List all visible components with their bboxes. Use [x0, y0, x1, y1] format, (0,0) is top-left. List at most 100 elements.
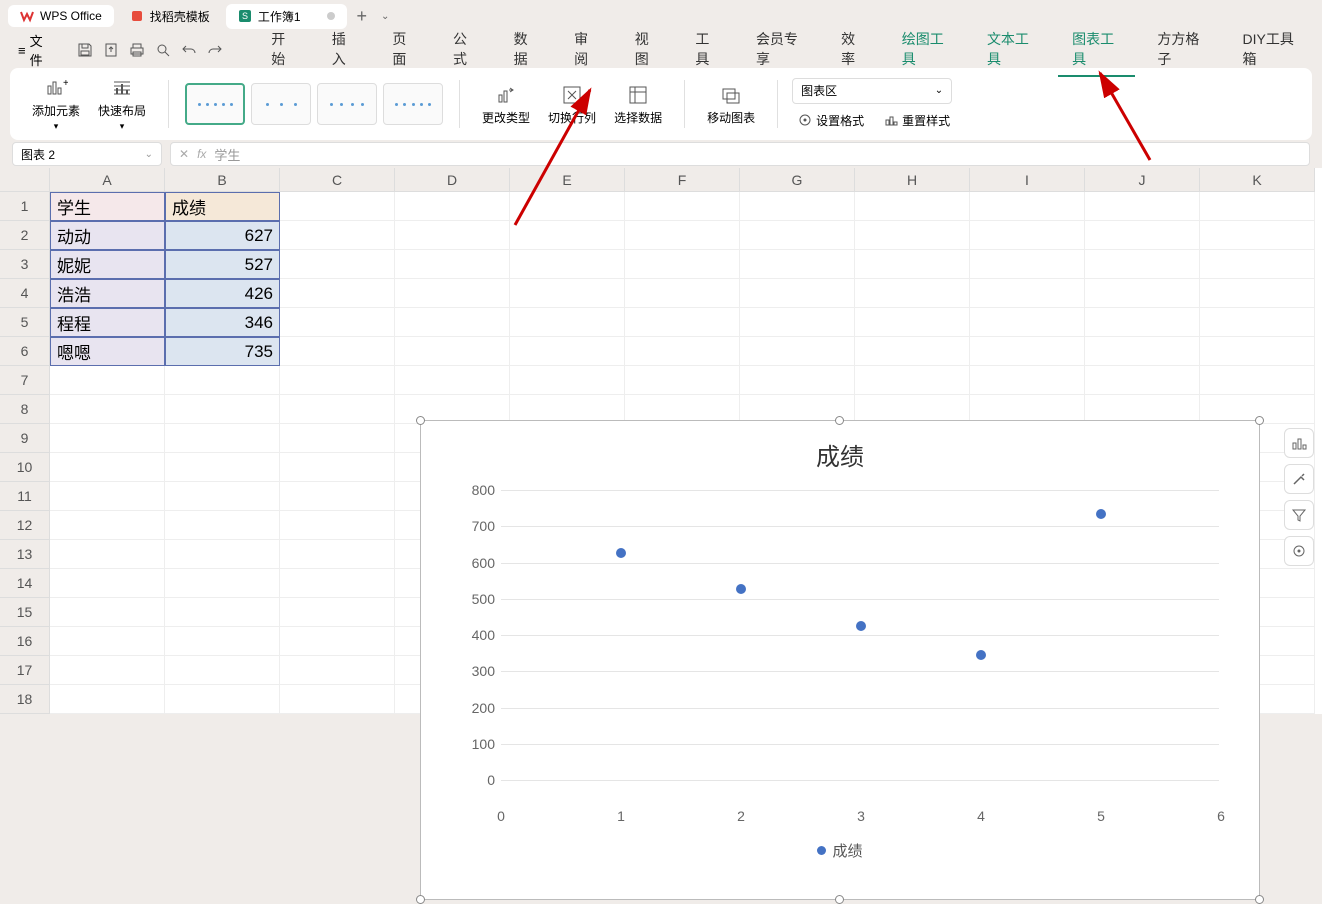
cell[interactable]: [395, 192, 510, 221]
undo-icon[interactable]: [177, 38, 201, 62]
row-header[interactable]: 13: [0, 540, 50, 569]
cell[interactable]: [280, 424, 395, 453]
cell[interactable]: [280, 279, 395, 308]
cell[interactable]: [1200, 308, 1315, 337]
cell[interactable]: 346: [165, 308, 280, 337]
cell[interactable]: [50, 540, 165, 569]
cell[interactable]: [625, 250, 740, 279]
cell[interactable]: [165, 569, 280, 598]
row-header[interactable]: 4: [0, 279, 50, 308]
cell[interactable]: 动动: [50, 221, 165, 250]
data-point[interactable]: [856, 621, 866, 631]
cell[interactable]: [50, 395, 165, 424]
switch-rowcol-button[interactable]: 切换行列: [540, 79, 604, 130]
row-header[interactable]: 3: [0, 250, 50, 279]
cell[interactable]: [740, 221, 855, 250]
resize-handle-icon[interactable]: [835, 895, 844, 904]
chart-styles-button[interactable]: [1284, 464, 1314, 494]
cell[interactable]: [280, 337, 395, 366]
cell[interactable]: [1200, 192, 1315, 221]
cell[interactable]: [510, 337, 625, 366]
col-header[interactable]: G: [740, 168, 855, 192]
cell[interactable]: [280, 308, 395, 337]
export-icon[interactable]: [99, 38, 123, 62]
cell[interactable]: [50, 656, 165, 685]
chart-plot-area[interactable]: 01002003004005006007008000123456: [471, 490, 1219, 800]
redo-icon[interactable]: [203, 38, 227, 62]
tab-view[interactable]: 视图: [621, 23, 674, 77]
resize-handle-icon[interactable]: [416, 416, 425, 425]
cell[interactable]: [165, 511, 280, 540]
tab-insert[interactable]: 插入: [318, 23, 371, 77]
file-menu[interactable]: ≡ 文件: [8, 27, 63, 73]
cell[interactable]: [740, 337, 855, 366]
cell[interactable]: [395, 221, 510, 250]
add-element-button[interactable]: + 添加元素▾: [24, 72, 88, 136]
cell[interactable]: [1200, 337, 1315, 366]
resize-handle-icon[interactable]: [835, 416, 844, 425]
row-header[interactable]: 5: [0, 308, 50, 337]
cell[interactable]: [165, 366, 280, 395]
cell[interactable]: [855, 366, 970, 395]
cell[interactable]: 浩浩: [50, 279, 165, 308]
cell[interactable]: [280, 540, 395, 569]
col-header[interactable]: F: [625, 168, 740, 192]
cell[interactable]: [395, 308, 510, 337]
cell[interactable]: [1085, 337, 1200, 366]
resize-handle-icon[interactable]: [416, 895, 425, 904]
cell[interactable]: [855, 279, 970, 308]
cell[interactable]: [1200, 279, 1315, 308]
cell[interactable]: [855, 221, 970, 250]
cell[interactable]: [510, 192, 625, 221]
cell[interactable]: 妮妮: [50, 250, 165, 279]
tab-formula[interactable]: 公式: [439, 23, 492, 77]
quick-layout-button[interactable]: 快速布局▾: [90, 72, 154, 136]
cell[interactable]: 735: [165, 337, 280, 366]
cell[interactable]: [625, 192, 740, 221]
chart-style-4[interactable]: [383, 83, 443, 125]
cell[interactable]: [855, 337, 970, 366]
row-header[interactable]: 1: [0, 192, 50, 221]
col-header[interactable]: H: [855, 168, 970, 192]
cell[interactable]: [165, 424, 280, 453]
col-header[interactable]: B: [165, 168, 280, 192]
cell[interactable]: [280, 569, 395, 598]
cell[interactable]: [1085, 192, 1200, 221]
cell[interactable]: [625, 308, 740, 337]
data-point[interactable]: [736, 584, 746, 594]
chart-title[interactable]: 成绩: [421, 421, 1259, 480]
cell[interactable]: [970, 337, 1085, 366]
cell[interactable]: [50, 482, 165, 511]
row-header[interactable]: 9: [0, 424, 50, 453]
cell[interactable]: [165, 656, 280, 685]
col-header[interactable]: C: [280, 168, 395, 192]
cell[interactable]: [50, 685, 165, 714]
cell[interactable]: [510, 279, 625, 308]
save-icon[interactable]: [73, 38, 97, 62]
cell[interactable]: [510, 366, 625, 395]
row-header[interactable]: 11: [0, 482, 50, 511]
cell[interactable]: [280, 250, 395, 279]
data-point[interactable]: [1096, 509, 1106, 519]
cell[interactable]: [50, 424, 165, 453]
cell[interactable]: [1200, 221, 1315, 250]
fx-icon[interactable]: fx: [197, 147, 206, 161]
cell[interactable]: [1200, 250, 1315, 279]
cell[interactable]: [970, 308, 1085, 337]
cell[interactable]: [395, 250, 510, 279]
cell[interactable]: [970, 192, 1085, 221]
row-header[interactable]: 18: [0, 685, 50, 714]
cell[interactable]: 成绩: [165, 192, 280, 221]
cell[interactable]: 学生: [50, 192, 165, 221]
tab-app[interactable]: WPS Office: [8, 5, 114, 27]
cell[interactable]: 426: [165, 279, 280, 308]
tab-draw-tools[interactable]: 绘图工具: [888, 23, 965, 77]
col-header[interactable]: J: [1085, 168, 1200, 192]
chart-style-2[interactable]: [251, 83, 311, 125]
cell[interactable]: [165, 598, 280, 627]
cell[interactable]: [165, 540, 280, 569]
row-header[interactable]: 6: [0, 337, 50, 366]
cell[interactable]: [395, 279, 510, 308]
data-point[interactable]: [616, 548, 626, 558]
row-header[interactable]: 10: [0, 453, 50, 482]
